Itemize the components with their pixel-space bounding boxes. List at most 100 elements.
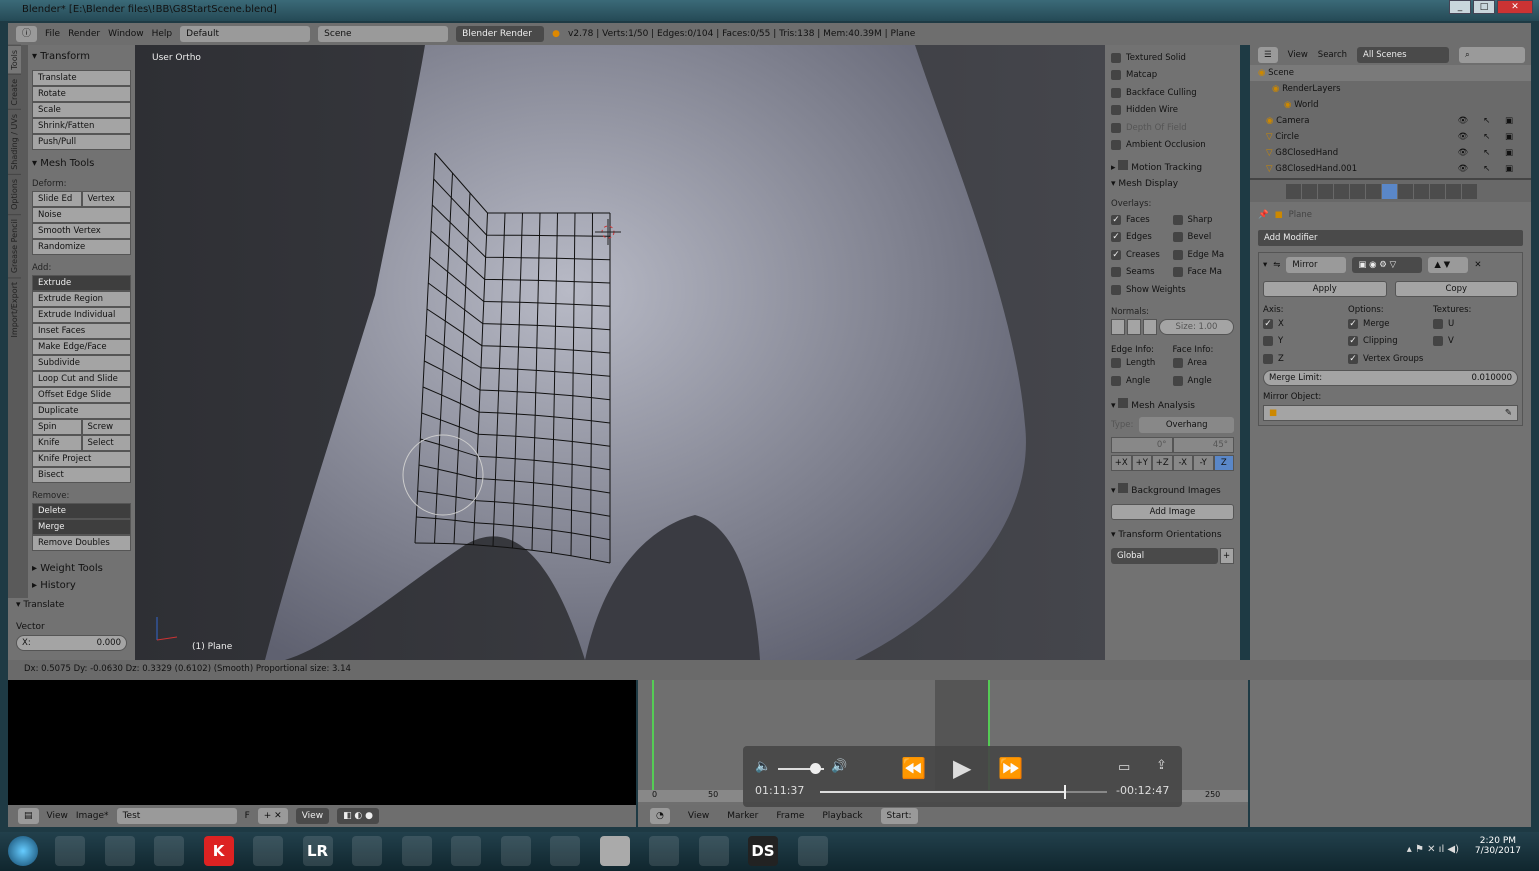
tab-shading-uvs[interactable]: Shading / UVs	[8, 109, 21, 175]
taskbar-app-k[interactable]: K	[203, 836, 234, 866]
mirror-axis-checkbox[interactable]: Z	[1263, 350, 1348, 368]
taskbar-app-media[interactable]	[104, 836, 135, 866]
translate-panel-header[interactable]: ▾ Translate	[16, 600, 127, 610]
remove-modifier-icon[interactable]: ✕	[1474, 260, 1481, 270]
vertex-slide-button[interactable]: Vertex	[81, 191, 131, 207]
mirror-axis-checkbox[interactable]: Y	[1263, 333, 1348, 351]
pin-icon[interactable]: 📌	[1258, 210, 1269, 220]
timeline-editor-type-icon[interactable]: ◔	[650, 808, 670, 824]
orientation-select[interactable]: Global	[1111, 547, 1218, 564]
shading-option-checkbox[interactable]: Backface Culling	[1111, 84, 1234, 102]
subdivide-button[interactable]: Subdivide	[32, 355, 131, 371]
shading-option-checkbox[interactable]: Hidden Wire	[1111, 102, 1234, 120]
taskbar-app-gear[interactable]	[649, 836, 679, 866]
menu-file[interactable]: File	[45, 29, 60, 39]
image-new-button[interactable]: + ✕	[257, 808, 288, 824]
modifier-display-toggles[interactable]: ▣ ◉ ⚙ ▽	[1352, 257, 1423, 273]
overlay-checkbox[interactable]: ✓ Edges	[1111, 229, 1173, 247]
modifier-name-input[interactable]: Mirror	[1286, 257, 1347, 273]
area-checkbox[interactable]: Area	[1172, 355, 1235, 373]
transform-orientations-header[interactable]: ▾ Transform Orientations	[1111, 528, 1234, 542]
properties-tab-other-icon[interactable]	[1366, 183, 1381, 199]
noise-button[interactable]: Noise	[32, 207, 131, 223]
analysis-axis-button[interactable]: +Y	[1131, 454, 1152, 471]
share-icon[interactable]: ⇪	[1156, 758, 1167, 773]
weight-tools-header[interactable]: ▸ Weight Tools	[32, 561, 131, 576]
taskbar-app-network[interactable]	[698, 836, 729, 866]
mesh-tools-header[interactable]: ▾ Mesh Tools	[32, 156, 131, 171]
menu-render[interactable]: Render	[68, 29, 100, 39]
tab-options[interactable]: Options	[8, 174, 21, 214]
analysis-axis-button[interactable]: +X	[1111, 454, 1132, 471]
outliner-filter-select[interactable]: All Scenes	[1357, 47, 1449, 63]
overlay-checkbox[interactable]: Bevel	[1172, 229, 1235, 247]
vertex-normals-icon[interactable]	[1111, 318, 1125, 335]
mirror-texture-checkbox[interactable]: V	[1433, 333, 1518, 351]
mirror-texture-checkbox[interactable]: U	[1433, 315, 1518, 333]
overlay-checkbox[interactable]: ✓ Creases	[1111, 246, 1173, 264]
scene-select[interactable]: Scene	[318, 26, 449, 42]
taskbar-app-explorer[interactable]	[55, 836, 85, 866]
outliner-item[interactable]: ◉ World	[1250, 97, 1531, 113]
collapse-icon[interactable]: ▾	[1263, 260, 1267, 270]
outliner-item[interactable]: ▽ Circle 👁 ↖ ▣	[1250, 129, 1531, 145]
outliner-search-input[interactable]: ⌕	[1459, 47, 1525, 63]
analysis-axis-button[interactable]: -Y	[1193, 454, 1214, 471]
channel-buttons[interactable]: ◧ ◐ ●	[337, 808, 379, 824]
seek-handle[interactable]	[1063, 785, 1066, 799]
taskbar-app-firefox2[interactable]	[797, 836, 828, 866]
shading-option-checkbox[interactable]: Depth Of Field	[1111, 119, 1234, 137]
outliner-item[interactable]: ▽ G8ClosedHand.001 👁 ↖ ▣	[1250, 161, 1531, 177]
add-image-button[interactable]: Add Image	[1111, 503, 1234, 520]
outliner-item[interactable]: ◉ RenderLayers	[1250, 81, 1531, 97]
overlay-checkbox[interactable]: Sharp	[1172, 211, 1235, 229]
taskbar-app-lr[interactable]: LR	[302, 836, 333, 866]
close-button[interactable]: ✕	[1497, 0, 1533, 14]
taskbar-app-tool[interactable]	[154, 836, 184, 866]
mirror-option-checkbox[interactable]: ✓ Vertex Groups	[1348, 350, 1433, 368]
extrude-region-button[interactable]: Extrude Region	[32, 291, 131, 307]
fake-user-button[interactable]: F	[245, 811, 250, 821]
apply-button[interactable]: Apply	[1263, 281, 1387, 297]
start-frame-field[interactable]: Start:	[880, 808, 918, 824]
image-menu[interactable]: Image*	[76, 811, 109, 821]
rotate-button[interactable]: Rotate	[32, 86, 131, 102]
min-angle-field[interactable]: 0°	[1111, 436, 1173, 453]
tab-import-export[interactable]: Import/Export	[8, 277, 21, 342]
analysis-axis-button[interactable]: Z	[1213, 454, 1234, 471]
menu-help[interactable]: Help	[152, 29, 173, 39]
knife-project-button[interactable]: Knife Project	[32, 451, 131, 467]
modifier-move-buttons[interactable]: ▲ ▼	[1428, 257, 1469, 273]
taskbar-app-ds[interactable]: DS	[748, 836, 778, 866]
airplay-icon[interactable]: ▭	[1118, 760, 1130, 775]
taskbar-app-blender[interactable]	[599, 836, 630, 866]
mirror-option-checkbox[interactable]: ✓ Merge	[1348, 315, 1433, 333]
push-pull-button[interactable]: Push/Pull	[32, 134, 131, 150]
mesh-display-header[interactable]: ▾ Mesh Display	[1111, 177, 1234, 191]
image-view-menu[interactable]: View	[47, 811, 68, 821]
minimize-button[interactable]: _	[1449, 0, 1471, 14]
slide-edge-button[interactable]: Slide Ed	[32, 191, 82, 207]
timeline-playback-menu[interactable]: Playback	[822, 811, 862, 821]
view-mode-select[interactable]: View	[295, 808, 330, 824]
properties-tab-other-icon[interactable]	[1334, 183, 1349, 199]
volume-slider[interactable]	[778, 763, 824, 774]
taskbar-app-files[interactable]	[401, 836, 432, 866]
mirror-option-checkbox[interactable]: ✓ Clipping	[1348, 333, 1433, 351]
copy-button[interactable]: Copy	[1394, 281, 1518, 297]
timeline-view-menu[interactable]: View	[688, 811, 709, 821]
knife-select-button[interactable]: Select	[81, 435, 131, 451]
max-angle-field[interactable]: 45°	[1172, 436, 1234, 453]
delete-dropdown[interactable]: Delete	[32, 503, 131, 519]
add-orientation-button[interactable]: +	[1220, 547, 1234, 564]
taskbar-app-window[interactable]	[500, 836, 531, 866]
taskbar-app-firefox[interactable]	[352, 836, 382, 866]
overlay-checkbox[interactable]: Face Ma	[1172, 264, 1235, 282]
layout-select[interactable]: Default	[180, 26, 311, 42]
shading-option-checkbox[interactable]: Ambient Occlusion	[1111, 137, 1234, 155]
outliner-editor-type-icon[interactable]: ☰	[1258, 47, 1278, 63]
overlay-checkbox[interactable]: Edge Ma	[1172, 246, 1235, 264]
outliner-search-menu[interactable]: Search	[1318, 50, 1347, 60]
render-engine-select[interactable]: Blender Render	[456, 26, 545, 42]
3d-viewport[interactable]: User Ortho (1) Plane	[135, 45, 1105, 660]
